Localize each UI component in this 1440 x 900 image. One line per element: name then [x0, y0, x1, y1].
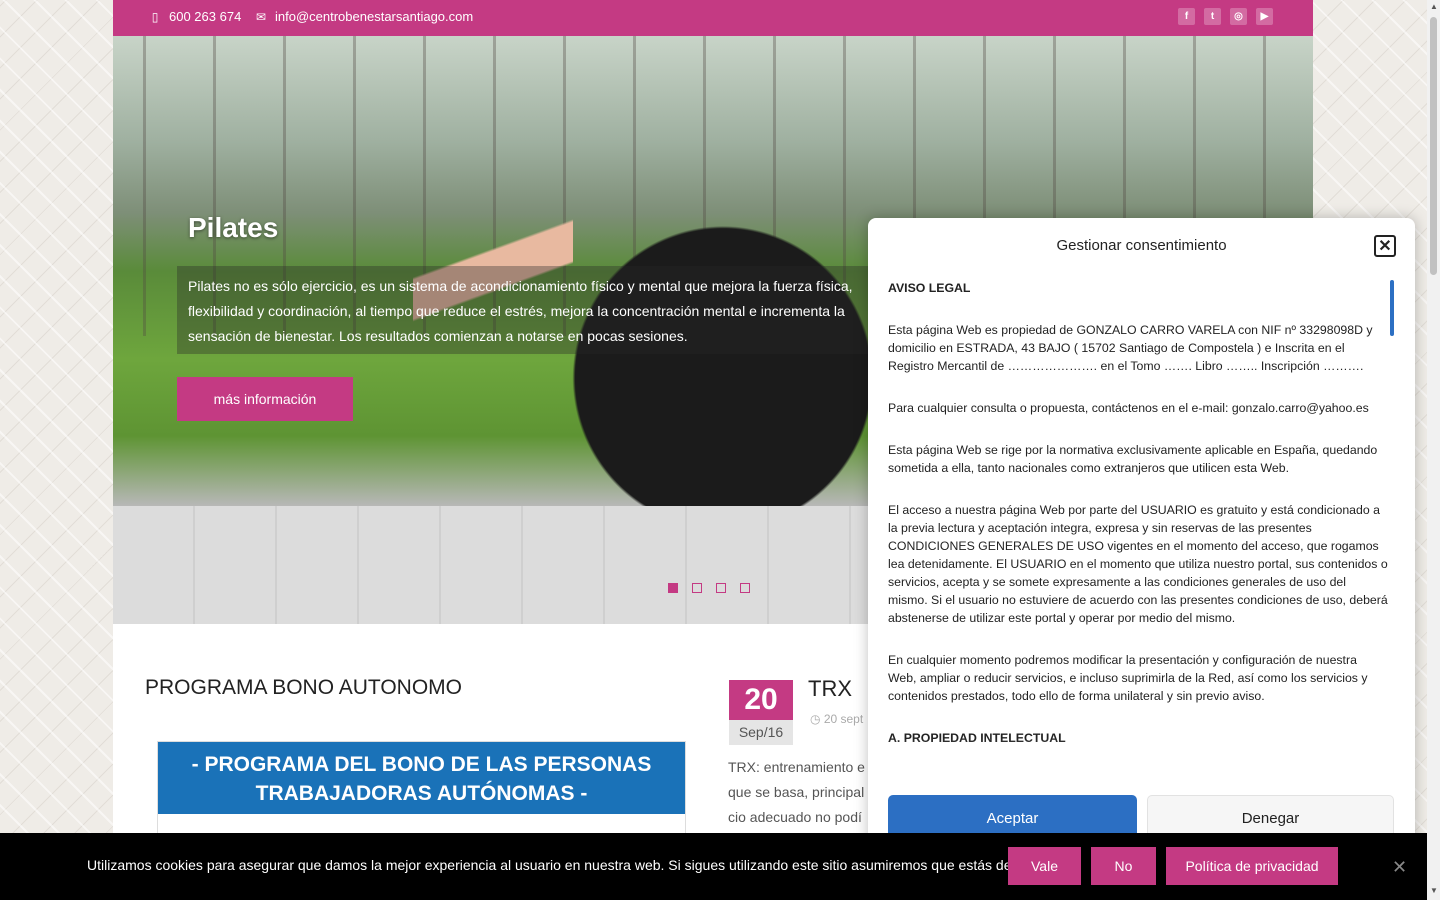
- left-post-image[interactable]: - PROGRAMA DEL BONO DE LAS PERSONAS TRAB…: [157, 741, 686, 843]
- cookie-vale-button[interactable]: Vale: [1008, 847, 1081, 885]
- post-date: 20 Sep/16: [729, 680, 793, 745]
- consent-modal-body[interactable]: AVISO LEGAL Esta página Web es propiedad…: [888, 279, 1388, 799]
- clock-icon: ◷: [810, 712, 821, 726]
- excerpt-line: TRX: entrenamiento e: [728, 759, 865, 775]
- scroll-up-icon[interactable]: ▲: [1430, 2, 1438, 11]
- cookie-no-button[interactable]: No: [1091, 847, 1156, 885]
- cookie-close-icon[interactable]: ✕: [1392, 857, 1407, 878]
- legal-paragraph: En cualquier momento podremos modificar …: [888, 653, 1368, 703]
- post-date-day: 20: [729, 680, 793, 720]
- legal-paragraph: Esta página Web se rige por la normativa…: [888, 443, 1378, 475]
- scroll-down-icon[interactable]: ▼: [1430, 886, 1438, 895]
- right-post-meta: ◷ 20 sept: [810, 712, 863, 726]
- right-post-title[interactable]: TRX: [808, 676, 852, 702]
- legal-paragraph: Para cualquier consulta o propuesta, con…: [888, 401, 1369, 415]
- cookie-notice-text: Utilizamos cookies para asegurar que dam…: [87, 857, 1070, 873]
- promo-banner-text: - PROGRAMA DEL BONO DE LAS PERSONAS TRAB…: [158, 742, 685, 814]
- modal-fade: [868, 738, 1415, 798]
- consent-modal-title: Gestionar consentimiento: [1056, 237, 1227, 254]
- close-icon[interactable]: ✕: [1374, 235, 1396, 257]
- right-post-excerpt: TRX: entrenamiento e que se basa, princi…: [728, 755, 878, 830]
- post-date-month: Sep/16: [729, 720, 793, 745]
- cookie-bar: Utilizamos cookies para asegurar que dam…: [0, 833, 1440, 900]
- scrollbar-thumb[interactable]: [1430, 17, 1437, 275]
- left-post-title[interactable]: PROGRAMA BONO AUTONOMO: [145, 676, 462, 700]
- legal-paragraph: El acceso a nuestra página Web por parte…: [888, 503, 1388, 625]
- page-scrollbar[interactable]: ▲ ▼: [1427, 0, 1440, 900]
- consent-modal: Gestionar consentimiento ✕ AVISO LEGAL E…: [868, 218, 1415, 858]
- modal-scrollbar[interactable]: [1390, 280, 1394, 336]
- right-post-meta-date: 20 sept: [823, 712, 864, 726]
- legal-heading: AVISO LEGAL: [888, 281, 971, 295]
- legal-paragraph: Esta página Web es propiedad de GONZALO …: [888, 323, 1373, 373]
- excerpt-line: que se basa, principal: [728, 784, 865, 800]
- privacy-policy-button[interactable]: Política de privacidad: [1166, 847, 1338, 885]
- excerpt-line: cio adecuado no podí: [728, 809, 862, 825]
